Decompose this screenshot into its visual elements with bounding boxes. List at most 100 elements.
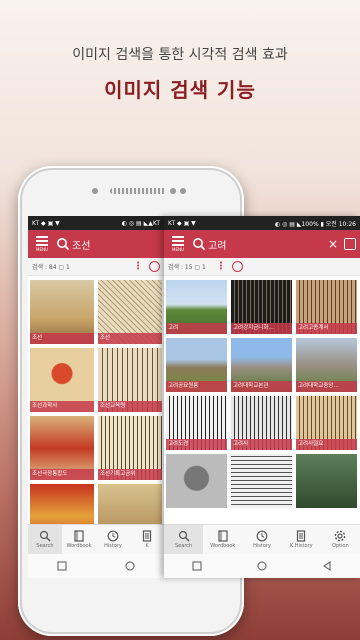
zoom-icon[interactable] — [149, 261, 160, 272]
doc-icon — [142, 530, 152, 542]
image-tile[interactable]: 고려강지금니화… — [231, 280, 292, 334]
status-bar: KT ◆ ▣ ▼ ◐ ◎ ▤ ◣▲KT — [28, 216, 164, 230]
tile-caption: 조선기록고금위 — [98, 469, 162, 480]
book-icon — [74, 530, 84, 542]
system-navigation — [28, 554, 164, 578]
speaker-grille — [110, 188, 166, 194]
clock-icon — [256, 530, 268, 542]
result-bar: 검색 : 84 ▢ 1 ⋮ — [28, 258, 164, 276]
book-icon — [218, 530, 228, 542]
sensor-icon — [180, 188, 186, 194]
image-tile[interactable] — [296, 454, 357, 508]
nav-label: History — [104, 543, 122, 549]
nav-label: Wordbook — [210, 543, 236, 549]
image-tile[interactable]: 조선극장통합도 — [30, 416, 94, 480]
image-tile[interactable] — [231, 454, 292, 508]
tile-caption: 조선극장통합도 — [30, 469, 94, 480]
image-tile[interactable]: 고려사절요 — [296, 396, 357, 450]
nav-item-search[interactable]: Search — [28, 525, 62, 554]
app-bar: MENU 조선 — [28, 230, 164, 258]
image-tile[interactable]: 고려 — [166, 280, 227, 334]
tile-caption: 고려사절요 — [296, 439, 357, 450]
search-icon — [39, 530, 51, 542]
recent-apps-icon[interactable] — [57, 561, 67, 571]
nav-label: K — [145, 543, 149, 549]
image-tile[interactable]: 고려도경 — [166, 396, 227, 450]
zoom-icon[interactable] — [231, 261, 243, 272]
nav-item-search[interactable]: Search — [164, 525, 204, 554]
search-input[interactable]: 고려 — [208, 237, 328, 252]
nav-label: Wordbook — [66, 543, 92, 549]
tile-caption: 고려사 — [231, 439, 292, 450]
nav-label: Option — [332, 543, 349, 549]
nav-label: K.History — [289, 543, 313, 549]
promo-subtitle: 이미지 검색을 통한 시각적 검색 효과 — [72, 47, 288, 63]
tile-caption: 고려대학교중앙… — [296, 381, 357, 392]
back-icon[interactable] — [322, 561, 332, 571]
nav-item-k[interactable]: K — [130, 525, 164, 554]
nav-item-wordbook[interactable]: Wordbook — [62, 525, 96, 554]
bottom-navigation: Search Wordbook History K — [28, 524, 164, 554]
image-grid: 조선 조선조선과학사 조선교육령조선극장통합도 조선기록고금위 — [28, 276, 164, 552]
menu-label: MENU — [36, 247, 48, 252]
status-left: KT ◆ ▣ ▼ — [32, 219, 60, 227]
status-bar: KT ◆ ▣ ▼ ◐ ◎ ▤ ◣100% ▮ 오전 10:26 — [164, 216, 360, 230]
tile-caption: 고려강지금니화… — [231, 323, 292, 334]
nav-label: History — [253, 543, 271, 549]
bottom-navigation: Search Wordbook History K.History Option — [164, 524, 360, 554]
gear-icon — [335, 530, 346, 542]
image-tile[interactable]: 고려대학교본관 — [231, 338, 292, 392]
search-icon[interactable] — [56, 237, 70, 251]
app-bar: MENU 고려 × — [164, 230, 360, 258]
image-tile[interactable]: 조선 — [30, 280, 94, 344]
image-tile[interactable]: 조선기록고금위 — [98, 416, 162, 480]
nav-label: Search — [175, 543, 193, 549]
nav-item-history[interactable]: History — [242, 525, 281, 554]
tile-caption: 고려대학교본관 — [231, 381, 292, 392]
screen-search-joseon: KT ◆ ▣ ▼ ◐ ◎ ▤ ◣▲KT MENU 조선 검색 : 84 ▢ 1 … — [28, 216, 164, 578]
home-icon[interactable] — [257, 561, 267, 571]
thumbnail-image — [231, 454, 292, 508]
expand-icon[interactable] — [344, 238, 356, 250]
status-left: KT ◆ ▣ ▼ — [168, 219, 196, 227]
nav-item-wordbook[interactable]: Wordbook — [203, 525, 242, 554]
tile-caption: 조선과학사 — [30, 401, 94, 412]
search-icon — [178, 530, 190, 542]
image-tile[interactable]: 고려사 — [231, 396, 292, 450]
camera-icon — [170, 188, 176, 194]
promo-title: 이미지 검색 기능 — [104, 78, 256, 102]
more-options-icon[interactable]: ⋮ — [133, 261, 143, 272]
search-input[interactable]: 조선 — [72, 237, 160, 252]
nav-item-option[interactable]: Option — [321, 525, 360, 554]
search-icon[interactable] — [192, 237, 206, 251]
home-icon[interactable] — [125, 561, 135, 571]
nav-item-khistory[interactable]: K.History — [282, 525, 321, 554]
image-tile[interactable]: 고려공묘원릉 — [166, 338, 227, 392]
thumbnail-image — [166, 454, 227, 508]
status-right: ◐ ◎ ▤ ◣▲KT — [121, 219, 160, 227]
nav-item-history[interactable]: History — [96, 525, 130, 554]
doc-icon — [297, 530, 306, 542]
tile-caption: 고려공묘원릉 — [166, 381, 227, 392]
result-count: 검색 : 15 ▢ 1 — [168, 264, 206, 271]
nav-label: Search — [36, 543, 54, 549]
screen-search-goryeo: KT ◆ ▣ ▼ ◐ ◎ ▤ ◣100% ▮ 오전 10:26 MENU 고려 … — [164, 216, 360, 578]
tile-caption: 고려도경 — [166, 439, 227, 450]
tile-caption: 조선교육령 — [98, 401, 162, 412]
image-tile[interactable]: 조선 — [98, 280, 162, 344]
more-options-icon[interactable]: ⋮ — [216, 261, 226, 272]
menu-button[interactable]: MENU — [32, 234, 52, 254]
tile-caption: 고려고종계서 — [296, 323, 357, 334]
image-tile[interactable] — [166, 454, 227, 508]
image-tile[interactable]: 고려대학교중앙… — [296, 338, 357, 392]
clear-search-button[interactable]: × — [328, 237, 338, 251]
recent-apps-icon[interactable] — [192, 561, 202, 571]
menu-button[interactable]: MENU — [168, 234, 188, 254]
result-count: 검색 : 84 ▢ 1 — [32, 264, 70, 271]
thumbnail-image — [296, 454, 357, 508]
image-grid: 고려 고려강지금니화… 고려고종계서고려공묘원릉 고려대학교본관 고려대학교중앙… 고려도… — [164, 276, 360, 512]
tile-caption: 고려 — [166, 323, 227, 334]
image-tile[interactable]: 조선과학사 — [30, 348, 94, 412]
image-tile[interactable]: 고려고종계서 — [296, 280, 357, 334]
image-tile[interactable]: 조선교육령 — [98, 348, 162, 412]
